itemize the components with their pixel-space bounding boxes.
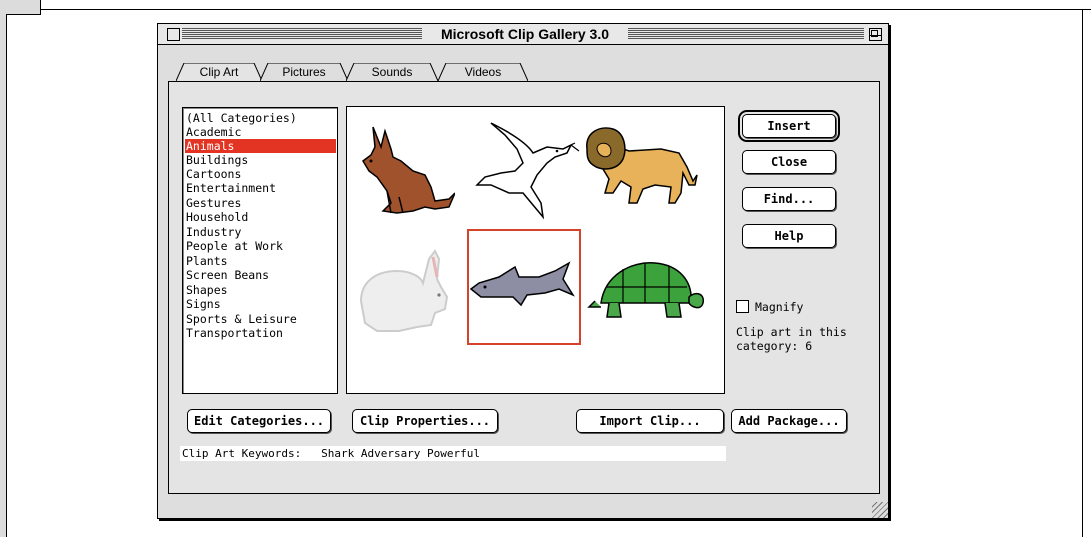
tab-label: Videos <box>464 65 502 79</box>
close-button[interactable]: Close <box>742 150 836 174</box>
rabbit-icon <box>359 249 449 332</box>
title-stripes-left <box>182 28 422 39</box>
tab-sounds[interactable]: Sounds <box>346 63 438 81</box>
category-item[interactable]: Academic <box>185 125 336 139</box>
clip-turtle[interactable] <box>587 257 704 367</box>
title-stripes-right <box>628 28 864 39</box>
category-item[interactable]: Screen Beans <box>185 268 336 282</box>
desktop-corner <box>0 0 41 15</box>
category-list[interactable]: (All Categories) Academic Animals Buildi… <box>182 107 338 394</box>
find-button[interactable]: Find... <box>742 187 836 211</box>
dove-icon <box>475 122 580 220</box>
resize-grip-icon[interactable] <box>872 502 888 518</box>
category-item[interactable]: Buildings <box>185 153 336 167</box>
category-item[interactable]: Transportation <box>185 326 336 340</box>
zoom-box-icon[interactable] <box>869 28 882 41</box>
add-package-button[interactable]: Add Package... <box>731 409 847 433</box>
tab-videos[interactable]: Videos <box>438 63 528 81</box>
category-item[interactable]: Industry <box>185 225 336 239</box>
tab-label: Sounds <box>371 65 413 79</box>
tab-label: Pictures <box>282 65 326 79</box>
keywords-value: Shark Adversary Powerful <box>321 447 481 460</box>
shark-icon <box>469 261 575 307</box>
clip-gallery-window: Microsoft Clip Gallery 3.0 Clip Art Pict… <box>157 23 889 519</box>
donkey-icon <box>362 126 456 214</box>
lion-icon <box>586 127 698 204</box>
keywords-label: Clip Art Keywords: <box>182 447 302 460</box>
tab-pictures[interactable]: Pictures <box>260 63 348 81</box>
edit-categories-button[interactable]: Edit Categories... <box>187 409 331 433</box>
category-item[interactable]: Entertainment <box>185 181 336 195</box>
desktop-top-edge <box>40 0 1091 10</box>
category-item[interactable]: Shapes <box>185 283 336 297</box>
turtle-icon <box>587 262 704 318</box>
help-button[interactable]: Help <box>742 224 836 248</box>
category-item[interactable]: Gestures <box>185 196 336 210</box>
clip-donkey[interactable] <box>351 117 456 227</box>
tab-label: Clip Art <box>199 65 239 79</box>
clip-rabbit[interactable] <box>351 247 455 357</box>
tab-clip-art[interactable]: Clip Art <box>176 63 262 81</box>
category-item[interactable]: People at Work <box>185 239 336 253</box>
category-item[interactable]: (All Categories) <box>185 111 336 125</box>
category-item[interactable]: Plants <box>185 254 336 268</box>
magnify-label[interactable]: Magnify <box>755 301 803 314</box>
clip-count-line2: category: 6 <box>736 339 813 353</box>
clip-properties-button[interactable]: Clip Properties... <box>352 409 498 433</box>
magnify-checkbox[interactable] <box>736 300 749 313</box>
import-clip-button[interactable]: Import Clip... <box>576 409 724 433</box>
desktop-left-edge <box>0 14 7 537</box>
desktop-right-edge <box>1082 9 1083 537</box>
clip-preview-grid[interactable] <box>346 106 725 394</box>
clip-dove[interactable] <box>471 113 580 223</box>
category-item[interactable]: Cartoons <box>185 167 336 181</box>
window-title: Microsoft Clip Gallery 3.0 <box>422 25 628 43</box>
category-item[interactable]: Household <box>185 210 336 224</box>
close-box-icon[interactable] <box>167 28 180 41</box>
clip-keywords-bar: Clip Art Keywords: Shark Adversary Power… <box>180 446 726 461</box>
clip-shark[interactable] <box>467 229 581 345</box>
title-bar[interactable]: Microsoft Clip Gallery 3.0 <box>158 24 888 45</box>
clip-count-line1: Clip art in this <box>736 325 847 339</box>
insert-button[interactable]: Insert <box>738 110 840 142</box>
category-item[interactable]: Sports & Leisure <box>185 312 336 326</box>
category-item[interactable]: Signs <box>185 297 336 311</box>
category-item-selected[interactable]: Animals <box>185 139 336 153</box>
clip-lion[interactable] <box>583 123 698 233</box>
